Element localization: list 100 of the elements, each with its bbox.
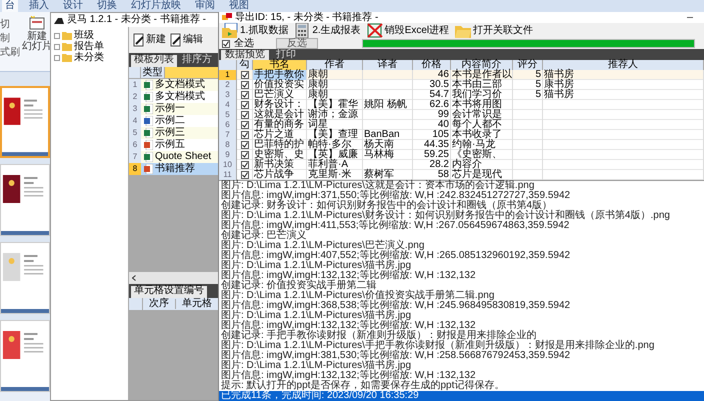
row-checkbox[interactable]: [240, 171, 248, 179]
row-checkbox[interactable]: [240, 141, 248, 149]
template-row[interactable]: 7 Quote Sheet: [129, 151, 221, 163]
toolbar-button[interactable]: 销毁Excel进程: [366, 23, 450, 38]
row-checkbox[interactable]: [240, 81, 248, 89]
tree-item[interactable]: 报告单: [74, 42, 104, 52]
table-row[interactable]: 11 芯片战争 克里斯·米 蔡树军 58 芯片是现代: [219, 170, 704, 180]
log-line: 图片信息: imgW,imgH:381,530;等比例缩放: W,H :258.566876792453,359.5942: [221, 351, 572, 361]
table-cell: 杨天南: [364, 140, 394, 150]
clipboard-command[interactable]: 制: [0, 34, 24, 44]
row-checkbox[interactable]: [240, 131, 248, 139]
row-number: 8: [219, 140, 237, 150]
tab[interactable]: 打印: [272, 50, 300, 60]
table-row[interactable]: 4 财务设计： 【美】霍华 姚阳 杨帆 62.6 本书将用图: [219, 100, 704, 110]
tree-item[interactable]: 未分类: [74, 53, 104, 63]
table-cell: 蔡树军: [364, 170, 394, 180]
row-number: 2: [219, 80, 237, 90]
template-row[interactable]: 3 示例一: [129, 103, 221, 115]
table-cell: 巴芒演义: [254, 90, 294, 100]
log-line: 图片信息: imgW,imgH:411,553;等比例缩放: W,H :267.056459674863,359.5942: [221, 221, 570, 231]
table-cell: 28.2: [430, 160, 449, 170]
log-line: 图片: D:\Lima 1.2.1\LM-Pictures\这就是会计：资本市场的会计逻辑.png: [221, 181, 536, 191]
table-cell: 44.35: [424, 140, 449, 150]
ribbon-tab[interactable]: 幻灯片放映: [128, 0, 184, 12]
row-checkbox[interactable]: [240, 111, 248, 119]
table-cell: 猫书房: [544, 70, 574, 80]
table-cell: 46: [438, 70, 449, 80]
toolbar-button[interactable]: 编辑: [170, 33, 203, 47]
table-cell: 芯片战争: [254, 170, 294, 180]
table-cell: 本书收录了: [452, 130, 502, 140]
slide-thumbnail[interactable]: [0, 320, 50, 392]
row-number: 4: [129, 115, 141, 127]
table-row[interactable]: 2 价值投资实 康朝 30.5 本书由三部 5 康书房: [219, 80, 704, 90]
table-cell: 约翰·马龙: [452, 140, 496, 150]
table-cell: 58: [438, 170, 449, 180]
row-number: 9: [219, 150, 237, 160]
log-line: 图片信息: imgW,imgH:407,552;等比例缩放: W,H :265.085132960192,359.5942: [221, 251, 572, 261]
table-cell: 财务设计：: [254, 100, 304, 110]
ribbon-tab[interactable]: 切换: [94, 0, 120, 12]
log-line: 图片: D:\Lima 1.2.1\LM-Pictures\手把手教你读财报（新准则升级版）：财报是用来排除企业的.png: [221, 341, 656, 351]
log-line: 图片信息: imgW,imgH:368,538;等比例缩放: W,H :245.968495830819,359.5942: [221, 301, 572, 311]
table-cell: 词星: [308, 120, 328, 130]
row-checkbox[interactable]: [240, 101, 248, 109]
template-row[interactable]: 5 示例三: [129, 127, 221, 139]
template-row[interactable]: 8 书籍推荐: [129, 163, 221, 175]
log-line: 图片: D:\Lima 1.2.1\LM-Pictures\财务设计：如何识别财务报告中的会计设计和圈钱（原书第4版）.png: [221, 211, 671, 221]
slide-thumbnail[interactable]: [0, 86, 50, 158]
toolbar-button[interactable]: 1.抓取数据: [222, 23, 288, 38]
invert-button[interactable]: 反选: [276, 38, 318, 50]
log-line: 图片信息: imgW,imgH:371,550;等比例缩放: W,H :242.832451272727,359.5942: [221, 191, 572, 201]
template-name: 示例一: [155, 103, 185, 115]
table-row[interactable]: 7 芯片之道 【美】查理 BanBan 105 本书收录了: [219, 130, 704, 140]
panel-tab[interactable]: 排序方: [179, 55, 215, 67]
scroll-left-icon[interactable]: [132, 275, 136, 281]
table-row[interactable]: 10 新书决策 菲利普·A 28.2 内容介: [219, 160, 704, 170]
ribbon-tab[interactable]: 台: [2, 0, 18, 12]
panel-tab[interactable]: 模板列表: [131, 55, 177, 67]
minimize-icon[interactable]: [687, 17, 693, 18]
table-cell: 会计常识是: [452, 110, 502, 120]
template-row[interactable]: 1 多文档模式: [129, 79, 221, 91]
template-name: 多文档模式: [155, 91, 205, 103]
table-row[interactable]: 8 巴菲特的护 帕特·多尔 杨天南 44.35 约翰·马龙: [219, 140, 704, 150]
row-checkbox[interactable]: [240, 71, 248, 79]
table-cell: BanBan: [364, 130, 400, 140]
row-checkbox[interactable]: [240, 161, 248, 169]
slide-thumbnail[interactable]: [0, 242, 50, 314]
table-cell: 新书决策: [254, 160, 294, 170]
template-name: 书籍推荐: [155, 163, 195, 175]
checkbox-label: 全选: [234, 38, 254, 49]
clipboard-command[interactable]: 切: [0, 20, 24, 30]
column-header[interactable]: 书名: [253, 60, 307, 70]
clipboard-command[interactable]: 式刷: [0, 48, 24, 58]
row-number: 1: [219, 70, 237, 80]
table-row[interactable]: 5 这就是会计 谢沛；金源 99 会计常识是: [219, 110, 704, 120]
row-checkbox[interactable]: [240, 121, 248, 129]
toolbar-button[interactable]: 新建: [133, 33, 166, 47]
toolbar-button[interactable]: 2.生成报表: [294, 23, 361, 38]
template-name: Quote Sheet: [155, 151, 212, 162]
tab[interactable]: 数据预览: [221, 50, 269, 60]
table-cell: 康朝: [308, 80, 328, 90]
table-row[interactable]: 3 巴芒演义 康朝 54.7 我们学习价 5 猫书房: [219, 90, 704, 100]
row-number: 7: [129, 151, 141, 163]
slide-thumbnail[interactable]: [0, 164, 50, 236]
column-header[interactable]: 次序: [143, 299, 176, 309]
table-row[interactable]: 6 有量的商务 词星 40 每个人都不: [219, 120, 704, 130]
table-cell: 有量的商务: [254, 120, 304, 130]
row-checkbox[interactable]: [240, 151, 248, 159]
tree-item[interactable]: 班级: [74, 31, 94, 41]
app-icon: [222, 13, 232, 22]
row-number: 10: [219, 160, 237, 170]
toolbar-button[interactable]: 打开关联文件: [455, 23, 534, 38]
select-all-checkbox[interactable]: [222, 40, 230, 48]
log-line: 图片: D:\Lima 1.2.1\LM-Pictures\巴芒演义.png: [221, 241, 426, 251]
row-checkbox[interactable]: [240, 91, 248, 99]
ribbon-tab[interactable]: 设计: [60, 0, 86, 12]
table-row[interactable]: 1 手把手教你 康朝 46 本书是作者以 5 猫书房: [219, 70, 704, 80]
table-row[interactable]: 9 史密斯、史 【英】威廉 马林梅 59.25 《史密斯、: [219, 150, 704, 160]
ribbon-tab[interactable]: 插入: [26, 0, 52, 12]
panel-tab[interactable]: 单元格设置编号: [131, 286, 207, 298]
ribbon-tab[interactable]: 视图: [226, 0, 252, 12]
